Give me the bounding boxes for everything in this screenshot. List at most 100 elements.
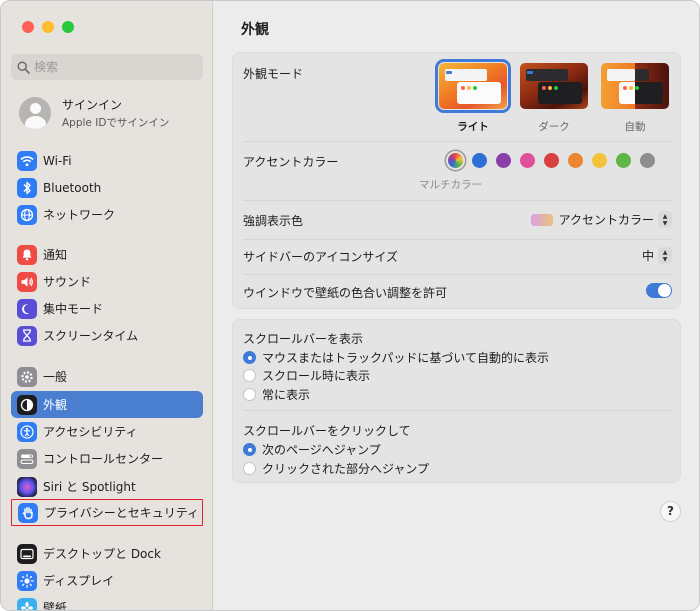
sidebar-item-label: ネットワーク — [43, 208, 116, 222]
chevron-updown-icon: ▲ ▼ — [658, 247, 672, 264]
account-subtitle: Apple IDでサインイン — [62, 117, 170, 129]
settings-window: サインイン Apple IDでサインイン Wi-Fi Bluetooth ネット… — [0, 0, 700, 611]
sidebar-icon-size-popup[interactable]: 中 ▲ ▼ — [642, 247, 672, 264]
sidebar-item-label: スクリーンタイム — [43, 329, 139, 343]
sidebar-icon-size-row: サイドバーのアイコンサイズ 中 ▲ ▼ — [243, 247, 672, 275]
sidebar-item-label: Siri と Spotlight — [43, 480, 136, 494]
accent-swatch-graphite[interactable] — [640, 153, 655, 168]
divider — [243, 410, 672, 411]
wallpaper-tinting-label: ウインドウで壁紙の色合い調整を許可 — [243, 286, 448, 300]
sidebar-item-focus[interactable]: 集中モード — [11, 295, 203, 322]
highlight-color-row: 強調表示色 アクセントカラー ▲ ▼ — [243, 211, 672, 240]
radio-label: クリックされた部分へジャンプ — [262, 462, 430, 476]
highlight-color-popup[interactable]: アクセントカラー ▲ ▼ — [530, 211, 672, 228]
search-field[interactable] — [11, 54, 203, 80]
accent-caption: マルチカラー — [419, 179, 482, 191]
sidebar-item-sound[interactable]: サウンド — [11, 268, 203, 295]
display-icon — [17, 570, 37, 591]
sidebar-item-privacy-security[interactable]: プライバシーとセキュリティ — [11, 499, 203, 526]
zoom-button[interactable] — [62, 21, 74, 33]
sidebar-item-screen-time[interactable]: スクリーンタイム — [11, 322, 203, 349]
sidebar-item-label: 集中モード — [43, 302, 104, 316]
radio-label: マウスまたはトラックパッドに基づいて自動的に表示 — [262, 351, 550, 365]
show-scrollbars-label: スクロールバーを表示 — [243, 332, 364, 346]
sidebar-item-desktop-dock[interactable]: デスクトップと Dock — [11, 540, 203, 567]
sidebar-item-label: 外観 — [43, 398, 68, 412]
sidebar-item-control-center[interactable]: コントロールセンター — [11, 445, 203, 472]
sidebar-item-wifi[interactable]: Wi-Fi — [11, 147, 203, 174]
sidebar-item-general[interactable]: 一般 — [11, 363, 203, 390]
minimize-button[interactable] — [42, 21, 54, 33]
sidebar-item-accessibility[interactable]: アクセシビリティ — [11, 418, 203, 445]
close-button[interactable] — [22, 21, 34, 33]
radio-label: 常に表示 — [262, 388, 311, 402]
avatar — [19, 97, 51, 129]
wifi-icon — [17, 150, 37, 171]
network-icon — [17, 204, 37, 225]
appearance-light-option[interactable]: ライト — [435, 59, 511, 134]
help-button[interactable]: ? — [660, 501, 681, 522]
appearance-option-label: ライト — [457, 121, 489, 133]
moon-icon — [17, 298, 37, 319]
sidebar-item-displays[interactable]: ディスプレイ — [11, 567, 203, 594]
show-scrollbars-auto[interactable]: マウスまたはトラックパッドに基づいて自動的に表示 — [243, 349, 549, 366]
sidebar-item-siri-spotlight[interactable]: Siri と Spotlight — [11, 473, 203, 500]
sidebar-item-network[interactable]: ネットワーク — [11, 201, 203, 228]
appearance-dark-option[interactable]: ダーク — [520, 63, 588, 134]
appearance-group: 外観モード ライト ダーク 自動 アクセントカラー マルチカラー 強調表示色 ア… — [232, 52, 681, 309]
search-icon — [17, 60, 30, 74]
appearance-options: ライト ダーク 自動 — [435, 59, 669, 134]
radio-button[interactable] — [243, 369, 256, 382]
highlight-swatch — [530, 213, 553, 226]
sidebar-item-label: プライバシーとセキュリティ — [44, 506, 200, 520]
sidebar-item-label: 壁紙 — [43, 601, 68, 611]
accent-swatch-purple[interactable] — [496, 153, 511, 168]
radio-button[interactable] — [243, 462, 256, 475]
auto-preview-image — [601, 63, 669, 109]
bluetooth-icon — [17, 177, 37, 198]
wallpaper-tinting-row: ウインドウで壁紙の色合い調整を許可 — [243, 283, 672, 303]
search-input[interactable] — [34, 60, 194, 74]
accent-swatch-pink[interactable] — [520, 153, 535, 168]
wallpaper-icon — [17, 597, 37, 610]
sidebar-icon-size-label: サイドバーのアイコンサイズ — [243, 250, 399, 264]
appearance-icon — [17, 394, 37, 415]
accent-swatches — [448, 153, 655, 168]
appearance-mode-row: 外観モード ライト ダーク 自動 — [243, 53, 672, 142]
accent-swatch-orange[interactable] — [568, 153, 583, 168]
sidebar-item-label: アクセシビリティ — [43, 425, 138, 439]
radio-button-selected[interactable] — [243, 443, 256, 456]
sidebar-item-notifications[interactable]: 通知 — [11, 241, 203, 268]
highlight-color-value: アクセントカラー — [558, 213, 654, 227]
sidebar-item-label: デスクトップと Dock — [43, 547, 161, 561]
accent-swatch-red[interactable] — [544, 153, 559, 168]
wallpaper-tinting-toggle[interactable] — [646, 283, 672, 298]
accent-swatch-multicolor[interactable] — [448, 153, 463, 168]
accent-swatch-yellow[interactable] — [592, 153, 607, 168]
radio-button[interactable] — [243, 388, 256, 401]
accent-swatch-green[interactable] — [616, 153, 631, 168]
control-center-icon — [17, 448, 37, 469]
sidebar-item-appearance[interactable]: 外観 — [11, 391, 203, 418]
click-jump-to-spot[interactable]: クリックされた部分へジャンプ — [243, 460, 429, 477]
appearance-option-label: ダーク — [538, 121, 570, 133]
speaker-icon — [17, 271, 37, 292]
apple-id-account[interactable]: サインイン Apple IDでサインイン — [19, 96, 169, 130]
sidebar-item-bluetooth[interactable]: Bluetooth — [11, 174, 203, 201]
sidebar-item-label: Bluetooth — [43, 180, 102, 195]
highlight-color-label: 強調表示色 — [243, 214, 304, 228]
show-scrollbars-when-scrolling[interactable]: スクロール時に表示 — [243, 367, 370, 384]
bell-icon — [17, 244, 37, 265]
hand-icon — [18, 502, 38, 523]
window-controls — [22, 21, 74, 33]
click-scrollbar-label: スクロールバーをクリックして — [243, 424, 411, 438]
accent-swatch-blue[interactable] — [472, 153, 487, 168]
sidebar-item-wallpaper[interactable]: 壁紙 — [11, 594, 203, 611]
dock-icon — [17, 543, 37, 564]
appearance-auto-option[interactable]: 自動 — [601, 63, 669, 134]
show-scrollbars-always[interactable]: 常に表示 — [243, 386, 310, 403]
scrollbar-group: スクロールバーを表示 マウスまたはトラックパッドに基づいて自動的に表示 スクロー… — [232, 319, 681, 483]
click-jump-next-page[interactable]: 次のページへジャンプ — [243, 441, 381, 458]
radio-button-selected[interactable] — [243, 351, 256, 364]
account-name: サインイン — [62, 98, 123, 112]
